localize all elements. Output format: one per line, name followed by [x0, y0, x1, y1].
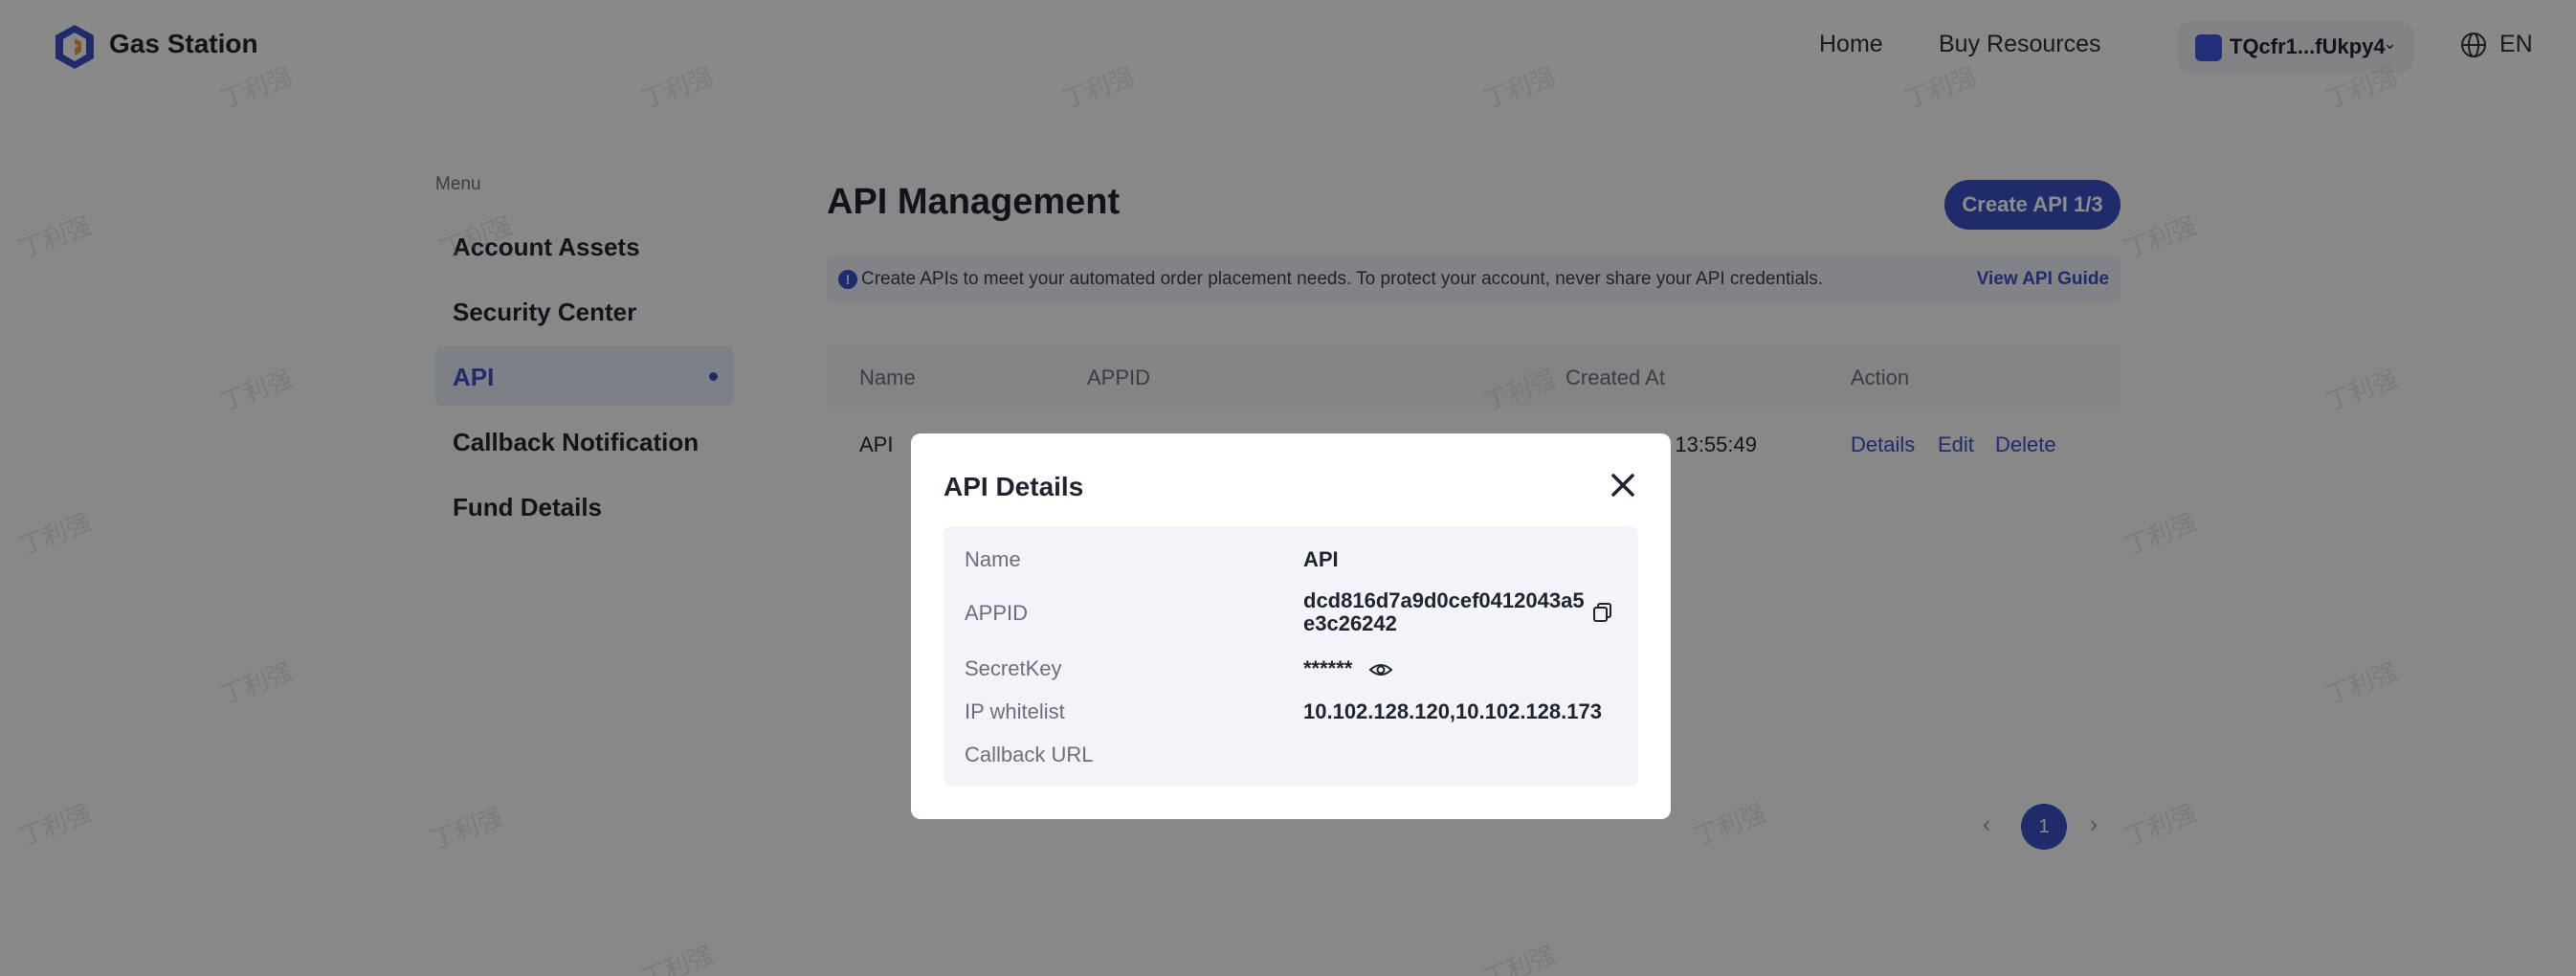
- detail-label-ip-whitelist: IP whitelist: [965, 699, 1065, 723]
- eye-icon[interactable]: [1368, 660, 1393, 679]
- detail-label-callback-url: Callback URL: [965, 743, 1094, 766]
- detail-panel: Name API APPID dcd816d7a9d0cef0412043a5e…: [944, 526, 1638, 787]
- modal-title: API Details: [944, 472, 1084, 501]
- detail-value-name: API: [1303, 547, 1339, 571]
- detail-value-secretkey: ******: [1303, 656, 1353, 680]
- detail-label-secretkey: SecretKey: [965, 656, 1062, 680]
- api-details-modal: API Details Name API APPID dcd816d7a9d0c…: [911, 433, 1671, 819]
- close-icon[interactable]: [1606, 468, 1640, 502]
- detail-label-name: Name: [965, 547, 1021, 571]
- detail-value-appid: dcd816d7a9d0cef0412043a5e3c26242: [1303, 588, 1585, 635]
- detail-value-ip-whitelist: 10.102.128.120,10.102.128.173: [1303, 699, 1602, 723]
- copy-icon[interactable]: [1592, 602, 1613, 623]
- detail-label-appid: APPID: [965, 601, 1029, 625]
